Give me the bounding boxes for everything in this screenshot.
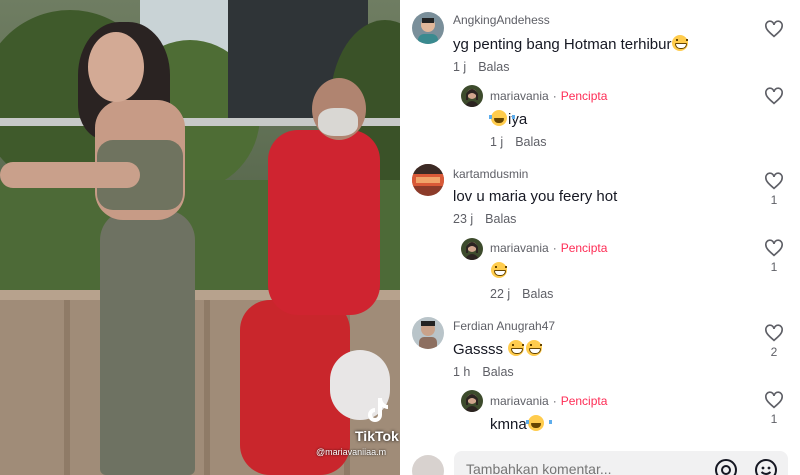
like-button[interactable]: 1 bbox=[763, 391, 785, 426]
joy-emoji-icon bbox=[489, 110, 515, 126]
separator-dot: · bbox=[552, 394, 557, 408]
reply-text-body: kmna bbox=[490, 416, 527, 433]
creator-badge: Pencipta bbox=[560, 89, 608, 103]
comment-meta: 1 h Balas bbox=[453, 365, 514, 379]
video-woman-legs bbox=[100, 210, 195, 475]
emoji-icon[interactable] bbox=[754, 458, 778, 475]
reply-text bbox=[490, 262, 508, 280]
like-count: 1 bbox=[770, 260, 778, 274]
comment-text-body: Gassss bbox=[453, 341, 504, 358]
reply-meta: 1 j Balas bbox=[490, 135, 546, 149]
reply-time: 22 j bbox=[490, 287, 511, 301]
video-woman-head bbox=[88, 32, 144, 102]
reply-username-text[interactable]: mariavania bbox=[490, 241, 549, 255]
reply-username: mariavania · Pencipta bbox=[490, 241, 607, 255]
creator-badge: Pencipta bbox=[560, 241, 608, 255]
comments-panel: AngkingAndehess yg penting bang Hotman t… bbox=[400, 0, 800, 475]
video-player[interactable]: TikTok @mariavaniiaa.m bbox=[0, 0, 400, 475]
reply-button[interactable]: Balas bbox=[515, 135, 546, 149]
reply-text-body: iya bbox=[508, 111, 528, 128]
comment-text: lov u maria you feery hot bbox=[453, 188, 617, 205]
like-button[interactable]: 1 bbox=[763, 239, 785, 274]
comment-username[interactable]: AngkingAndehess bbox=[453, 13, 550, 27]
like-count: 1 bbox=[770, 193, 778, 207]
like-button[interactable] bbox=[763, 87, 785, 105]
comment-meta: 1 j Balas bbox=[453, 60, 509, 74]
reply-meta: 22 j Balas bbox=[490, 287, 553, 301]
reply-username-text[interactable]: mariavania bbox=[490, 394, 549, 408]
reply-username-text[interactable]: mariavania bbox=[490, 89, 549, 103]
grin-emoji-icon bbox=[526, 340, 543, 356]
reply-text: iya bbox=[489, 110, 528, 128]
avatar[interactable] bbox=[461, 238, 483, 260]
comment-meta: 23 j Balas bbox=[453, 212, 516, 226]
comment-text: yg penting bang Hotman terhibur bbox=[453, 35, 689, 53]
heart-icon bbox=[765, 87, 783, 105]
grin-emoji-icon bbox=[672, 35, 689, 51]
comment-text-body: yg penting bang Hotman terhibur bbox=[453, 36, 672, 53]
comment-input-bar bbox=[400, 445, 800, 475]
heart-icon bbox=[765, 20, 783, 38]
separator-dot: · bbox=[552, 241, 557, 255]
reply-time: 1 j bbox=[490, 135, 504, 149]
mention-icon[interactable] bbox=[714, 458, 738, 475]
like-button[interactable]: 2 bbox=[763, 324, 785, 359]
separator-dot: · bbox=[552, 89, 557, 103]
comment-username[interactable]: kartamdusmin bbox=[453, 167, 528, 181]
avatar[interactable] bbox=[412, 12, 444, 44]
comment-username[interactable]: Ferdian Anugrah47 bbox=[453, 319, 555, 333]
tiktok-watermark: TikTok bbox=[355, 428, 399, 444]
comment-text: Gassss bbox=[453, 340, 543, 358]
reply-username: mariavania · Pencipta bbox=[490, 89, 607, 103]
watermark-handle: @mariavaniiaa.m bbox=[316, 447, 387, 457]
reply-button[interactable]: Balas bbox=[522, 287, 553, 301]
avatar[interactable] bbox=[412, 164, 444, 196]
like-button[interactable]: 1 bbox=[763, 172, 785, 207]
reply-button[interactable]: Balas bbox=[482, 365, 513, 379]
reply-button[interactable]: Balas bbox=[478, 60, 509, 74]
comment-text-body: lov u maria you feery hot bbox=[453, 188, 618, 205]
video-man-mask bbox=[318, 108, 358, 136]
like-count: 2 bbox=[770, 345, 778, 359]
heart-icon bbox=[765, 239, 783, 257]
reply-text: kmna bbox=[490, 415, 552, 433]
comment-time: 23 j bbox=[453, 212, 474, 226]
video-man-body bbox=[268, 130, 380, 315]
tiktok-logo-icon bbox=[368, 398, 388, 422]
grin-emoji-icon bbox=[508, 340, 525, 356]
avatar[interactable] bbox=[461, 390, 483, 412]
creator-badge: Pencipta bbox=[560, 394, 608, 408]
heart-icon bbox=[765, 391, 783, 409]
reply-username: mariavania · Pencipta bbox=[490, 394, 607, 408]
avatar[interactable] bbox=[461, 85, 483, 107]
video-woman-arms bbox=[0, 162, 140, 188]
current-user-avatar bbox=[412, 455, 444, 475]
like-button[interactable] bbox=[763, 20, 785, 38]
comment-time: 1 j bbox=[453, 60, 467, 74]
heart-icon bbox=[765, 172, 783, 190]
like-count: 1 bbox=[770, 412, 778, 426]
heart-icon bbox=[765, 324, 783, 342]
reply-button[interactable]: Balas bbox=[485, 212, 516, 226]
comment-time: 1 h bbox=[453, 365, 471, 379]
joy-emoji-icon bbox=[525, 415, 552, 431]
grin-emoji-icon bbox=[491, 262, 507, 278]
avatar[interactable] bbox=[412, 317, 444, 349]
